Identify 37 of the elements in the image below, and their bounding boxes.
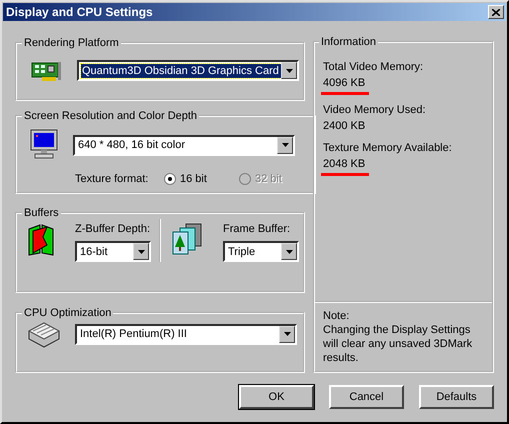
info-value: 4096 KB xyxy=(321,77,370,95)
dropdown[interactable]: Quantum3D Obsidian 3D Graphics Card xyxy=(77,60,299,81)
dropdown[interactable]: 640 * 480, 16 bit color xyxy=(73,134,295,156)
group-label: Information xyxy=(320,36,378,48)
info-label: Texture Memory Available: xyxy=(323,142,453,155)
note-text: Changing the Display Settings will clear any unsaved 3DMark results. xyxy=(323,323,474,365)
dropdown[interactable]: Intel(R) Pentium(R) III xyxy=(75,324,297,344)
group-label: Screen Resolution and Color Depth xyxy=(23,110,198,122)
caret-icon xyxy=(286,250,292,254)
group-label: Rendering Platform xyxy=(23,37,120,49)
dialog-button[interactable]: Cancel xyxy=(329,385,404,409)
close-icon xyxy=(492,8,500,16)
field-label: Frame Buffer: xyxy=(223,223,292,235)
dropdown[interactable]: 16-bit xyxy=(75,241,151,262)
note-heading: Note: xyxy=(323,309,350,323)
folded-panels-icon xyxy=(27,223,55,257)
field-label: Texture format: xyxy=(75,173,150,185)
dialog-button[interactable]: OK xyxy=(239,385,314,409)
dialog-button[interactable]: Defaults xyxy=(419,385,494,409)
caret-icon xyxy=(282,143,288,147)
info-value: 2400 KB xyxy=(323,120,366,133)
group-label: CPU Optimization xyxy=(23,307,112,319)
stacked-pictures-icon xyxy=(171,223,203,255)
info-label: Total Video Memory: xyxy=(323,61,424,74)
caret-icon xyxy=(286,68,292,72)
group-label: Buffers xyxy=(23,207,60,219)
monitor-icon xyxy=(29,129,59,161)
caret-icon xyxy=(284,332,290,336)
info-value: 2048 KB xyxy=(321,158,370,176)
window-title: Display and CPU Settings xyxy=(6,5,153,19)
info-label: Video Memory Used: xyxy=(323,104,427,117)
circuit-board-icon xyxy=(31,60,63,84)
close-button[interactable] xyxy=(488,5,504,19)
field-label: Z-Buffer Depth: xyxy=(75,223,151,235)
radio-button[interactable]: 16 bit xyxy=(164,173,239,185)
caret-icon xyxy=(138,250,144,254)
dropdown[interactable]: Triple xyxy=(223,241,299,262)
